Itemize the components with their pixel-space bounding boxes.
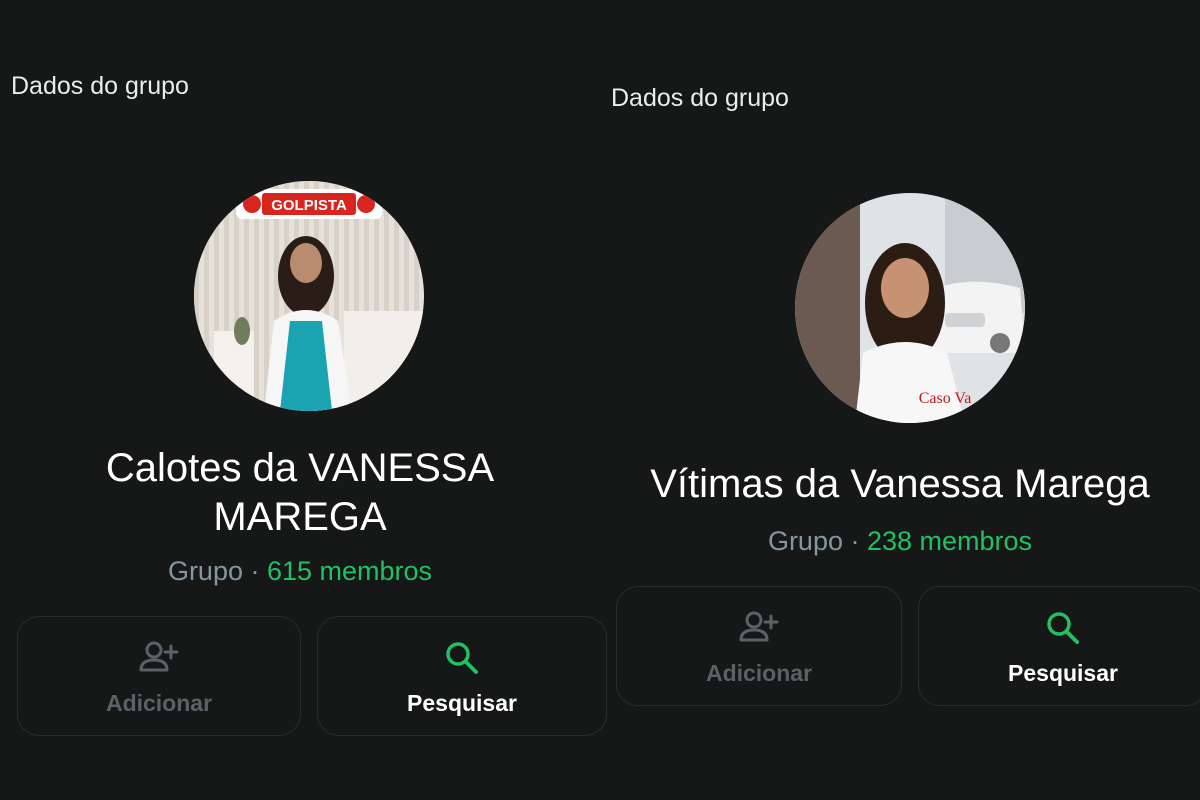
add-person-icon <box>139 641 179 671</box>
add-member-button[interactable]: Adicionar <box>616 586 902 706</box>
search-icon <box>1047 611 1079 644</box>
add-member-button[interactable]: Adicionar <box>17 616 301 736</box>
search-icon <box>446 641 478 674</box>
members-count-link[interactable]: 238 membros <box>867 526 1032 556</box>
meta-separator: · <box>842 526 867 556</box>
search-button[interactable]: Pesquisar <box>317 616 607 736</box>
group-type: Grupo <box>767 526 843 556</box>
group-meta: Grupo · 238 membros <box>600 526 1200 557</box>
group-info-panel-left: Dados do grupo GOLPISTA Calotes da VANES <box>0 0 607 800</box>
group-info-panel-right: Dados do grupo Caso Va Vítimas da Vaness… <box>600 0 1200 800</box>
group-name: Calotes da VANESSA MAREGA <box>105 446 495 539</box>
group-avatar[interactable]: GOLPISTA <box>194 181 424 411</box>
search-label: Pesquisar <box>1008 659 1118 686</box>
members-count-link[interactable]: 615 membros <box>267 556 432 586</box>
group-avatar-image: GOLPISTA <box>194 181 424 411</box>
search-button[interactable]: Pesquisar <box>918 586 1200 706</box>
group-avatar[interactable]: Caso Va <box>795 193 1025 423</box>
add-member-label: Adicionar <box>705 659 813 686</box>
add-member-label: Adicionar <box>105 689 213 716</box>
group-avatar-image: Caso Va <box>795 193 1025 423</box>
meta-separator: · <box>242 556 267 586</box>
header-title: Dados do grupo <box>11 72 189 100</box>
search-label: Pesquisar <box>407 689 517 716</box>
group-meta: Grupo · 615 membros <box>0 556 600 587</box>
avatar-caption-text: Caso Va <box>919 390 972 407</box>
avatar-badge-text: GOLPISTA <box>271 197 347 214</box>
group-name: Vítimas da Vanessa Marega <box>650 462 1150 506</box>
header-title: Dados do grupo <box>611 84 789 112</box>
add-person-icon <box>739 611 779 641</box>
group-type: Grupo <box>167 556 243 586</box>
